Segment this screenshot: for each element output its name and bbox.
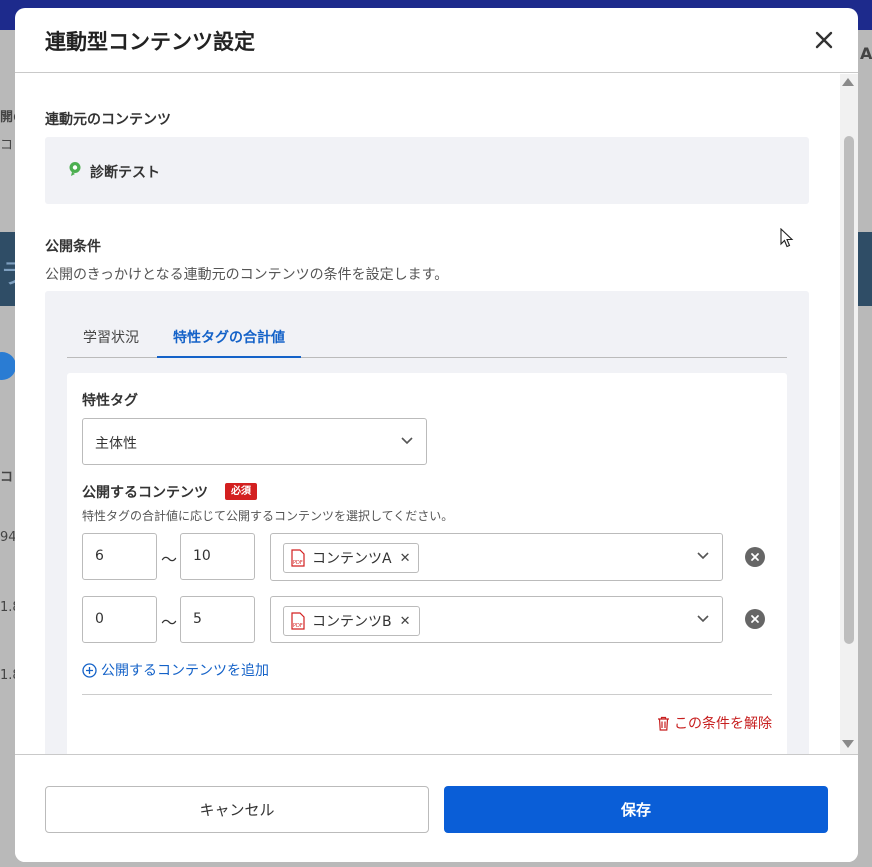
cancel-button[interactable]: キャンセル: [45, 786, 429, 833]
save-button[interactable]: 保存: [444, 786, 828, 833]
modal-title: 連動型コンテンツ設定: [45, 30, 255, 54]
scroll-down-icon[interactable]: [842, 740, 854, 748]
condition-section-description: 公開のきっかけとなる連動元のコンテンツの条件を設定します。: [45, 267, 449, 283]
close-circle-icon: [751, 615, 759, 623]
condition-tabs: 学習状況 特性タグの合計値: [67, 318, 787, 358]
condition-card: 特性タグ 主体性 公開するコンテンツ 必須 特性タグの合計値に応じて公開するコン…: [67, 373, 787, 754]
add-content-link[interactable]: 公開するコンテンツを追加: [82, 660, 269, 680]
tab-learning-status[interactable]: 学習状況: [67, 318, 155, 358]
range-max-input[interactable]: 10: [180, 533, 255, 580]
close-circle-icon: [751, 553, 759, 561]
modal-footer: キャンセル 保存: [15, 754, 858, 862]
plus-circle-icon: [82, 662, 97, 678]
divider: [82, 694, 772, 695]
range-min-input[interactable]: 0: [82, 596, 157, 643]
tag-select-value: 主体性: [95, 436, 137, 452]
tag-field-label: 特性タグ: [82, 393, 138, 409]
trash-icon: [658, 716, 669, 731]
content-chip-label: コンテンツB: [312, 614, 392, 630]
background-text: コ: [0, 138, 14, 153]
content-select[interactable]: PDF コンテンツB ✕: [270, 596, 723, 643]
source-content-name: 診断テスト: [90, 165, 160, 181]
condition-section-label: 公開条件: [45, 239, 101, 255]
scroll-up-icon[interactable]: [842, 78, 854, 86]
background-text: A: [860, 44, 872, 63]
pdf-icon: PDF: [291, 549, 305, 567]
delete-condition-link[interactable]: この条件を解除: [657, 713, 772, 733]
mouse-cursor-icon: [780, 228, 794, 248]
chevron-down-icon: [401, 437, 413, 445]
chip-remove-icon[interactable]: ✕: [400, 551, 411, 566]
scrollbar-thumb[interactable]: [844, 136, 854, 644]
range-separator: 〜: [161, 550, 178, 569]
add-content-label: 公開するコンテンツを追加: [101, 663, 269, 679]
tab-tag-total[interactable]: 特性タグの合計値: [157, 318, 301, 358]
diagnosis-icon: [69, 162, 81, 176]
range-max-input[interactable]: 5: [180, 596, 255, 643]
modal-header: 連動型コンテンツ設定: [15, 8, 858, 73]
delete-condition-label: この条件を解除: [674, 716, 772, 732]
background-text: コ: [0, 470, 14, 485]
source-content-box: 診断テスト: [45, 137, 809, 204]
remove-row-button[interactable]: [745, 609, 765, 629]
range-min-input[interactable]: 6: [82, 533, 157, 580]
chevron-down-icon: [697, 615, 709, 623]
remove-row-button[interactable]: [745, 547, 765, 567]
content-chip-label: コンテンツA: [312, 551, 392, 567]
pdf-icon: PDF: [291, 612, 305, 630]
svg-text:PDF: PDF: [293, 560, 303, 566]
chip-remove-icon[interactable]: ✕: [400, 614, 411, 629]
content-select[interactable]: PDF コンテンツA ✕: [270, 533, 723, 581]
range-separator: 〜: [161, 613, 178, 632]
modal-body: 連動元のコンテンツ 診断テスト 公開条件 公開のきっかけとなる連動元のコンテンツ…: [15, 74, 858, 754]
chevron-down-icon: [697, 552, 709, 560]
content-link-settings-modal: 連動型コンテンツ設定 連動元のコンテンツ 診断テスト 公開条件 公開のきっかけと…: [15, 8, 858, 862]
content-chip: PDF コンテンツB ✕: [283, 606, 420, 636]
required-badge: 必須: [225, 483, 257, 500]
content-field-label: 公開するコンテンツ: [82, 485, 208, 501]
content-field-help: 特性タグの合計値に応じて公開するコンテンツを選択してください。: [82, 509, 454, 523]
source-section-label: 連動元のコンテンツ: [45, 112, 171, 128]
svg-text:PDF: PDF: [293, 623, 303, 629]
close-icon: [815, 31, 833, 49]
close-button[interactable]: [810, 26, 838, 54]
tag-select[interactable]: 主体性: [82, 418, 427, 465]
content-chip: PDF コンテンツA ✕: [283, 543, 420, 573]
condition-panel: 学習状況 特性タグの合計値 特性タグ 主体性 公開するコンテンツ 必須 特性タグ…: [45, 291, 809, 754]
